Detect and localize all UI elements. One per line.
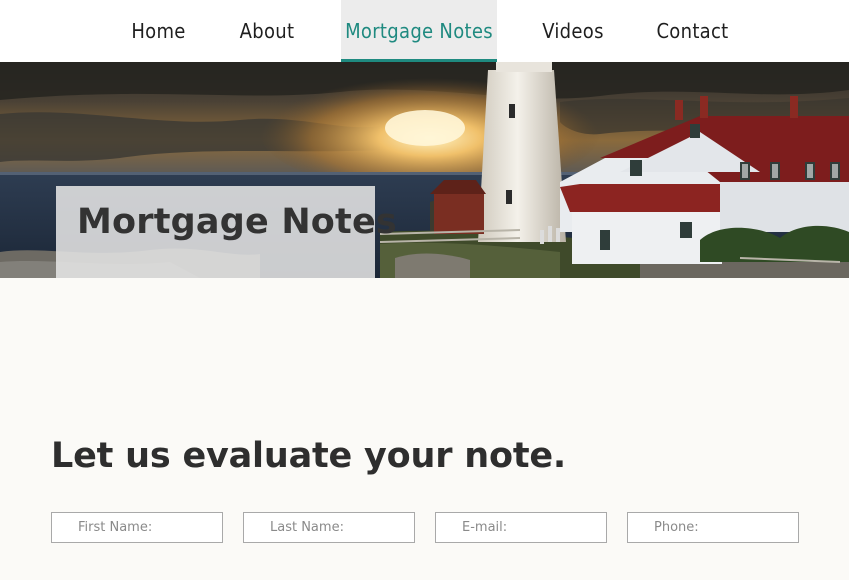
nav-item-home[interactable]: Home xyxy=(120,0,197,62)
hero-title-box: Mortgage Notes xyxy=(56,186,397,278)
hero-title: Mortgage Notes xyxy=(77,202,397,242)
nav-item-contact[interactable]: Contact xyxy=(645,0,740,62)
nav-item-about[interactable]: About xyxy=(226,0,308,62)
nav-item-videos[interactable]: Videos xyxy=(531,0,615,62)
nav-item-mortgage-notes[interactable]: Mortgage Notes xyxy=(341,0,497,62)
phone-input[interactable] xyxy=(627,512,799,543)
first-name-input[interactable] xyxy=(51,512,223,543)
last-name-input[interactable] xyxy=(243,512,415,543)
evaluate-note-heading: Let us evaluate your note. xyxy=(51,436,566,476)
top-navigation: Home About Mortgage Notes Videos Contact xyxy=(0,0,849,62)
email-input[interactable] xyxy=(435,512,607,543)
